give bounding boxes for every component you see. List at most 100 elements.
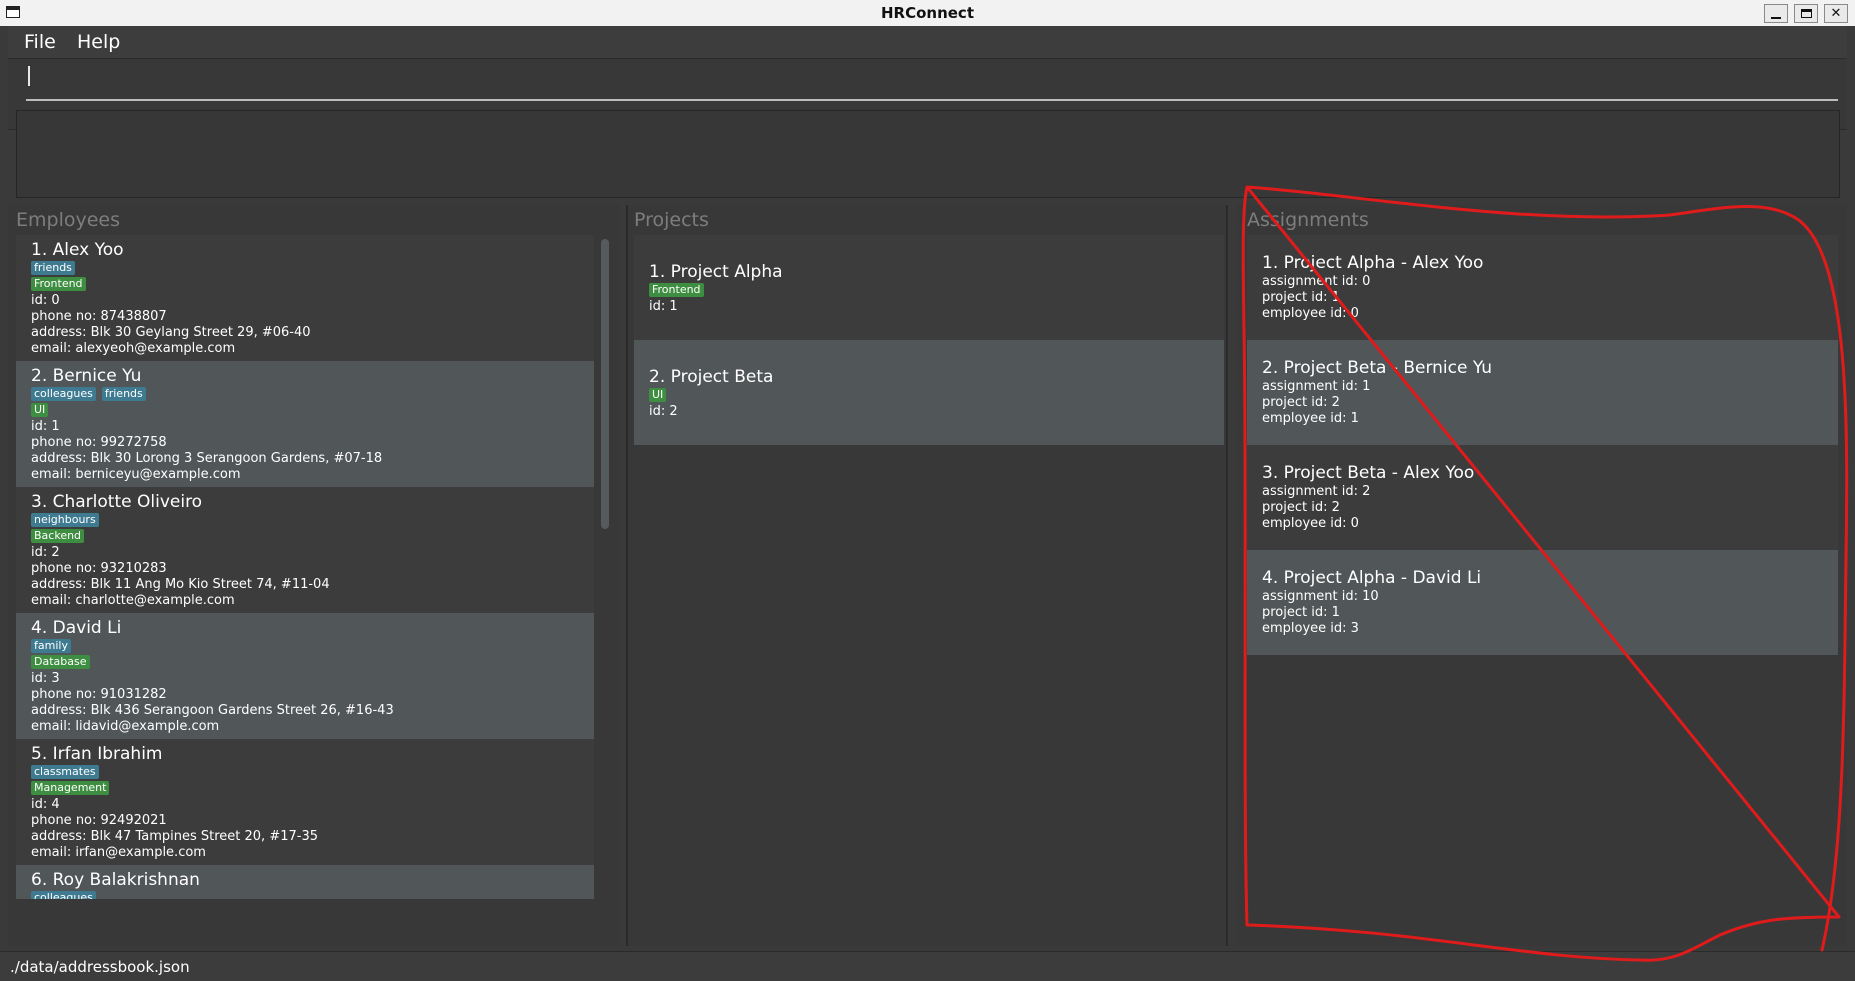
employee-card[interactable]: 5. Irfan Ibrahim classmates Management id: … [16,739,594,865]
assignment-id: assignment id: 0 [1262,274,1371,289]
employee-list[interactable]: 1. Alex Yoo friends Frontend id: 0 phone no:… [16,235,594,899]
assignment-employee-id: employee id: 0 [1262,306,1359,321]
assignment-card[interactable]: 1. Project Alpha - Alex Yoo assignment id… [1247,235,1838,340]
assignments-title: Assignments [1247,209,1369,231]
employee-card[interactable]: 2. Bernice Yu colleagues friends UI id: 1 pho… [16,361,594,487]
employee-card[interactable]: 4. David Li family Database id: 3 phone no: … [16,613,594,739]
employee-card[interactable]: 6. Roy Balakrishnan colleagues [16,865,594,899]
assignment-name: 1. Project Alpha - Alex Yoo [1262,253,1484,273]
role-row: Management [31,781,594,797]
employee-email: email: alexyeoh@example.com [31,341,236,356]
tag-badge: friends [101,387,146,401]
employee-phone: phone no: 99272758 [31,435,167,450]
tag-badge: family [31,639,71,653]
role-row: UI [31,403,594,419]
employee-name: 1. Alex Yoo [31,240,124,260]
employee-name: 6. Roy Balakrishnan [31,870,200,890]
employee-name: 3. Charlotte Oliveiro [31,492,203,512]
maximize-button[interactable] [1794,4,1818,23]
maximize-icon [1800,9,1812,18]
employee-email: email: lidavid@example.com [31,719,220,734]
assignment-id: assignment id: 1 [1262,379,1371,394]
assignment-card[interactable]: 3. Project Beta - Alex Yoo assignment id:… [1247,445,1838,550]
window-title: HRConnect [880,4,974,22]
close-button[interactable]: ✕ [1824,4,1848,23]
role-badge: UI [31,403,49,417]
employee-email: email: berniceyu@example.com [31,467,241,482]
project-id: id: 1 [649,299,678,314]
role-row: UI [649,388,1224,404]
save-file-path: ./data/addressbook.json [10,958,190,976]
tag-row: neighbours [31,513,594,529]
menu-help[interactable]: Help [77,31,120,53]
role-row: Frontend [649,283,1224,299]
tag-badge: classmates [31,765,99,779]
employee-address: address: Blk 47 Tampines Street 20, #17-… [31,829,318,844]
title-bar: HRConnect ✕ [0,0,1855,27]
projects-title: Projects [634,209,709,231]
role-row: Frontend [31,277,594,293]
menu-file[interactable]: File [24,31,56,53]
employee-id: id: 3 [31,671,60,686]
assignment-project-id: project id: 1 [1262,290,1340,305]
employee-email: email: charlotte@example.com [31,593,235,608]
command-input[interactable] [26,71,1838,101]
assignment-employee-id: employee id: 0 [1262,516,1359,531]
tag-row: classmates [31,765,594,781]
employee-id: id: 0 [31,293,60,308]
menu-bar: File Help [8,26,1847,59]
assignment-name: 2. Project Beta - Bernice Yu [1262,358,1493,378]
projects-panel: Projects 1. Project Alpha Frontend id: 1 2.… [626,205,1228,946]
role-badge: Frontend [649,283,704,297]
tag-row: family [31,639,594,655]
employee-phone: phone no: 87438807 [31,309,167,324]
role-row: Database [31,655,594,671]
employee-id: id: 1 [31,419,60,434]
employee-name: 5. Irfan Ibrahim [31,744,163,764]
assignment-id: assignment id: 2 [1262,484,1371,499]
assignment-card[interactable]: 2. Project Beta - Bernice Yu assignment i… [1247,340,1838,445]
employee-address: address: Blk 30 Geylang Street 29, #06-4… [31,325,311,340]
employee-address: address: Blk 436 Serangoon Gardens Stree… [31,703,394,718]
tag-badge: friends [31,261,75,275]
project-list[interactable]: 1. Project Alpha Frontend id: 1 2. Project … [634,235,1224,935]
tag-row: colleagues [31,891,594,899]
scrollbar-thumb[interactable] [601,239,609,529]
employee-email: email: irfan@example.com [31,845,206,860]
tag-badge: neighbours [31,513,99,527]
employees-panel: Employees 1. Alex Yoo friends Frontend id: … [8,205,620,946]
close-icon: ✕ [1830,6,1842,21]
assignment-name: 3. Project Beta - Alex Yoo [1262,463,1475,483]
employee-phone: phone no: 91031282 [31,687,167,702]
app-window: File Help Employees 1. Alex Yoo friends Fr… [0,26,1855,981]
employee-name: 2. Bernice Yu [31,366,142,386]
assignment-card[interactable]: 4. Project Alpha - David Li assignment id… [1247,550,1838,655]
role-badge: Management [31,781,110,795]
employee-phone: phone no: 93210283 [31,561,167,576]
assignment-list[interactable]: 1. Project Alpha - Alex Yoo assignment id… [1247,235,1838,935]
assignment-project-id: project id: 1 [1262,605,1340,620]
role-badge: Backend [31,529,85,543]
project-id: id: 2 [649,404,678,419]
assignment-employee-id: employee id: 1 [1262,411,1359,426]
employee-name: 4. David Li [31,618,122,638]
role-row: Backend [31,529,594,545]
assignment-employee-id: employee id: 3 [1262,621,1359,636]
employee-card[interactable]: 1. Alex Yoo friends Frontend id: 0 phone no:… [16,235,594,361]
employee-card[interactable]: 3. Charlotte Oliveiro neighbours Backend id… [16,487,594,613]
result-display [16,110,1840,198]
tag-row: friends [31,261,594,277]
tag-row: colleagues friends [31,387,594,403]
employees-title: Employees [16,209,120,231]
project-card[interactable]: 1. Project Alpha Frontend id: 1 [634,235,1224,340]
employee-id: id: 2 [31,545,60,560]
project-card[interactable]: 2. Project Beta UI id: 2 [634,340,1224,445]
assignment-name: 4. Project Alpha - David Li [1262,568,1482,588]
employee-address: address: Blk 30 Lorong 3 Serangoon Garde… [31,451,383,466]
role-badge: UI [649,388,667,402]
tag-badge: colleagues [31,387,96,401]
employee-scrollbar[interactable] [598,235,612,899]
minimize-button[interactable] [1764,4,1788,23]
assignment-id: assignment id: 10 [1262,589,1379,604]
employee-phone: phone no: 92492021 [31,813,167,828]
